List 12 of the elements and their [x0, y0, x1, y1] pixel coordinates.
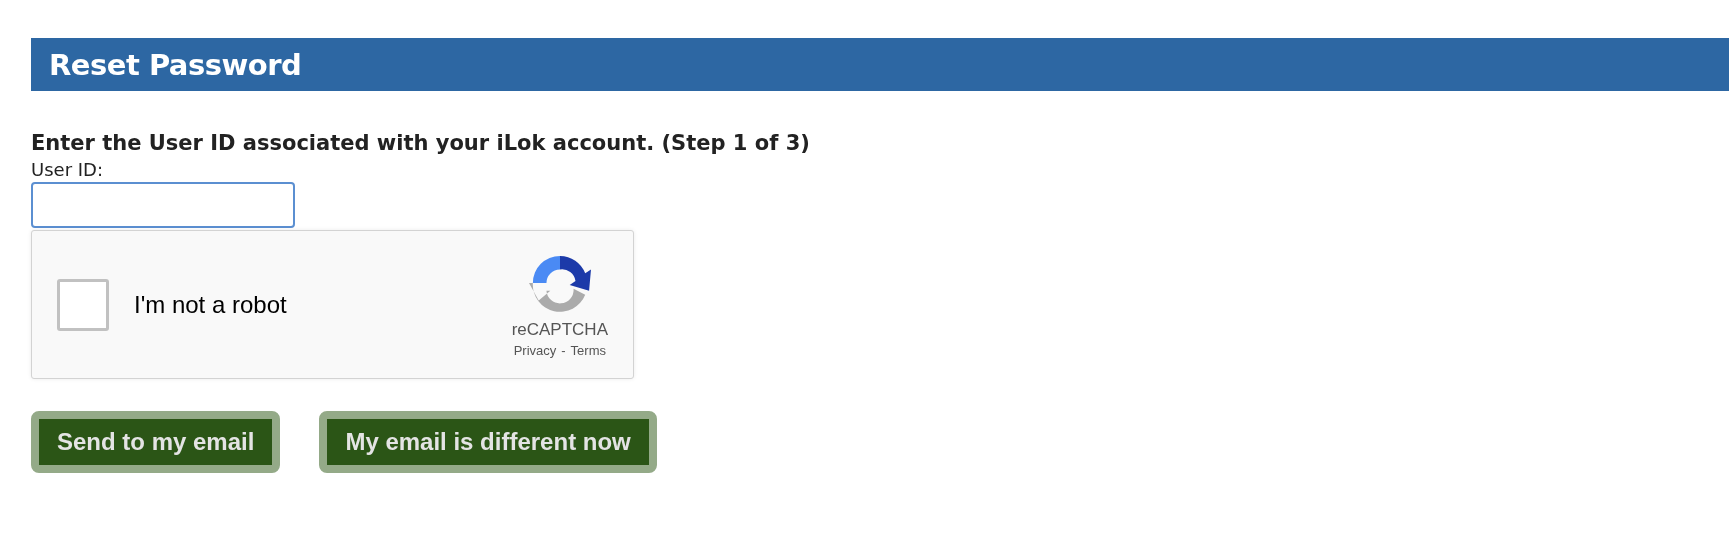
action-button[interactable]: My email is different now — [319, 411, 657, 473]
captcha-label: I'm not a robot — [134, 290, 288, 319]
terms-link[interactable]: Terms — [570, 342, 606, 358]
page-title: Reset Password — [49, 47, 302, 82]
user-id-label: User ID: — [31, 159, 103, 180]
instruction-text: Enter the User ID associated with your iLok account. (Step 1 of 3) — [31, 131, 811, 155]
action-button[interactable]: Send to my email — [31, 411, 281, 473]
link-separator: - — [561, 342, 566, 358]
privacy-link[interactable]: Privacy — [513, 342, 557, 358]
user-id-field[interactable] — [31, 182, 295, 228]
captcha-checkbox[interactable] — [57, 278, 109, 331]
recaptcha-brand: reCAPTCHA — [511, 319, 608, 340]
